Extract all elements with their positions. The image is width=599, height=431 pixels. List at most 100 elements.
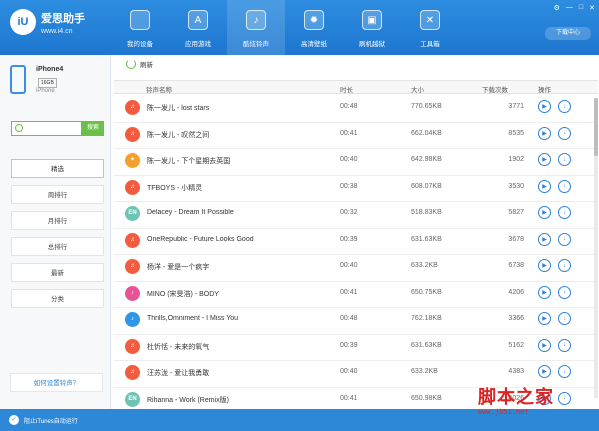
table-row[interactable]: ♫ 陈一发儿 - lost stars 00:48 770.65KB 3771 ▶ ↓ <box>114 96 598 123</box>
refresh-button[interactable]: 刷新 <box>126 58 153 70</box>
side-nav-categories[interactable]: 分类 <box>11 289 104 308</box>
download-icon[interactable]: ↓ <box>558 365 571 378</box>
watermark-title: 脚本之家 <box>478 387 554 408</box>
table-row[interactable]: ♫ OneRepublic - Future Looks Good 00:39 631… <box>114 229 598 255</box>
ringtone-name: 陈一发儿 - 叹然之间 <box>147 131 210 139</box>
table-row[interactable]: ✦ 陈一发儿 - 下个星期去英国 00:40 642.98KB 1902 ▶ ↓ <box>114 149 598 176</box>
ringtone-size: 633.2KB <box>411 368 438 375</box>
download-icon[interactable]: ↓ <box>558 100 571 113</box>
ringtone-size: 762.18KB <box>411 315 442 322</box>
ringtone-duration: 00:41 <box>340 394 358 402</box>
main-nav: 我的设备 A 应用游戏 ♪ 酷炫铃声 ✹ 高清壁纸 ▣ 刷机越狱 ✕ 工具箱 <box>111 0 459 55</box>
table-row[interactable]: ♪ MINO (宋旻浩) - BODY 00:41 650.75KB 4206 ▶ ↓ <box>114 282 598 308</box>
play-icon[interactable]: ▶ <box>538 259 551 272</box>
download-count: 5162 <box>508 341 524 349</box>
ringtone-name: Rihanna - Work (Remix版) <box>147 396 229 404</box>
ringtone-duration: 00:40 <box>340 262 358 269</box>
music-note-icon: ♫ <box>125 259 140 274</box>
play-icon[interactable]: ▶ <box>538 179 551 193</box>
play-icon[interactable]: ▶ <box>538 365 551 378</box>
download-count: 8535 <box>508 129 524 137</box>
nav-flash-jailbreak[interactable]: ▣ 刷机越狱 <box>343 0 401 55</box>
side-nav-overall-ranking[interactable]: 总排行 <box>11 237 104 256</box>
play-icon[interactable]: ▶ <box>538 206 551 219</box>
nav-wallpapers[interactable]: ✹ 高清壁纸 <box>285 0 343 55</box>
ringtone-help-link[interactable]: 如何设置铃声？ <box>10 373 103 392</box>
ringtone-duration: 00:32 <box>340 209 358 216</box>
download-icon[interactable]: ↓ <box>558 179 571 193</box>
download-count: 4206 <box>508 288 524 296</box>
minimize-icon[interactable]: — <box>566 4 573 12</box>
music-note-icon: ♫ <box>125 232 140 248</box>
download-icon[interactable]: ↓ <box>558 126 571 140</box>
play-icon[interactable]: ▶ <box>538 285 551 299</box>
play-icon[interactable]: ▶ <box>538 338 551 352</box>
header-downloads: 下载次数 <box>482 87 508 94</box>
download-icon[interactable]: ↓ <box>558 312 571 325</box>
table-row[interactable]: ♫ TFBOYS - 小精灵 00:38 608.07KB 3530 ▶ ↓ <box>114 176 598 202</box>
ringtone-size: 650.75KB <box>411 288 442 296</box>
block-itunes-autorun[interactable]: 阻止iTunes自动运行 <box>24 416 78 425</box>
table-row[interactable]: ♫ 杜忻恬 - 未来的氧气 00:39 631.63KB 5162 ▶ ↓ <box>114 335 598 361</box>
brand-url: www.i4.cn <box>41 28 73 35</box>
play-icon[interactable]: ▶ <box>538 312 551 325</box>
scrollbar-thumb[interactable] <box>594 98 598 156</box>
download-icon[interactable]: ↓ <box>558 338 571 352</box>
play-icon[interactable]: ▶ <box>538 153 551 166</box>
ringtone-duration: 00:48 <box>340 103 358 110</box>
play-icon[interactable]: ▶ <box>538 232 551 246</box>
side-nav-monthly-ranking[interactable]: 月排行 <box>11 211 104 230</box>
ringtone-duration: 00:48 <box>340 315 358 322</box>
device-type: iPhone <box>36 88 55 94</box>
nav-label: 刷机越狱 <box>359 41 385 48</box>
download-icon[interactable]: ↓ <box>558 285 571 299</box>
side-nav-featured[interactable]: 精选 <box>11 159 104 178</box>
search-input[interactable] <box>11 121 82 136</box>
ringtone-name: 陈一发儿 - lost stars <box>147 105 210 112</box>
maximize-icon[interactable]: □ <box>579 4 583 12</box>
side-nav-weekly-ranking[interactable]: 周排行 <box>11 185 104 204</box>
tools-icon: ✕ <box>420 10 440 30</box>
table-scrollbar[interactable] <box>594 98 598 398</box>
music-note-icon: ♫ <box>125 126 140 142</box>
device-info: iPhone4 16GB iPhone <box>10 63 105 105</box>
nav-my-device[interactable]: 我的设备 <box>111 0 169 55</box>
ringtone-size: 518.83KB <box>411 209 442 216</box>
ringtone-size: 642.98KB <box>411 156 442 163</box>
table-row[interactable]: ♪ Thrills,Omniment - I Miss You 00:48 762.1… <box>114 308 598 335</box>
nav-toolbox[interactable]: ✕ 工具箱 <box>401 0 459 55</box>
bell-icon: ♪ <box>246 10 266 30</box>
download-icon[interactable]: ↓ <box>558 232 571 246</box>
side-nav-latest[interactable]: 最新 <box>11 263 104 282</box>
ringtone-name: Thrills,Omniment - I Miss You <box>147 315 239 322</box>
download-count: 6738 <box>508 262 524 269</box>
play-icon[interactable]: ▶ <box>538 126 551 140</box>
ringtone-duration: 00:41 <box>340 288 358 296</box>
table-row[interactable]: EN Delacey - Dream It Possible 00:32 518.83… <box>114 202 598 229</box>
watermark-url: www.jb51.net <box>478 408 529 416</box>
search-button[interactable]: 搜索 <box>82 121 104 136</box>
ringtone-size: 608.07KB <box>411 182 442 190</box>
header-size: 大小 <box>411 87 424 94</box>
download-center-button[interactable]: 下载中心 <box>545 27 591 40</box>
music-note-icon: ♫ <box>125 338 140 354</box>
ringtone-duration: 00:39 <box>340 341 358 349</box>
download-icon[interactable]: ↓ <box>558 153 571 166</box>
music-note-icon: ♪ <box>125 312 140 327</box>
settings-icon[interactable]: ⚙ <box>554 4 560 12</box>
nav-ringtones[interactable]: ♪ 酷炫铃声 <box>227 0 285 55</box>
ringtone-size: 631.63KB <box>411 235 442 243</box>
table-row[interactable]: ♫ 杨洋 - 爱是一个疯字 00:40 633.2KB 6738 ▶ ↓ <box>114 255 598 282</box>
close-icon[interactable]: ✕ <box>589 4 595 12</box>
nav-label: 我的设备 <box>127 41 153 48</box>
nav-apps-games[interactable]: A 应用游戏 <box>169 0 227 55</box>
check-icon[interactable]: ✓ <box>9 415 19 425</box>
nav-label: 高清壁纸 <box>301 41 327 48</box>
download-icon[interactable]: ↓ <box>558 206 571 219</box>
play-icon[interactable]: ▶ <box>538 100 551 113</box>
nav-label: 应用游戏 <box>185 41 211 48</box>
download-icon[interactable]: ↓ <box>558 259 571 272</box>
table-row[interactable]: ♫ 陈一发儿 - 叹然之间 00:41 662.04KB 8535 ▶ ↓ <box>114 123 598 149</box>
header-actions: 操作 <box>538 87 551 94</box>
download-count: 1902 <box>508 156 524 163</box>
